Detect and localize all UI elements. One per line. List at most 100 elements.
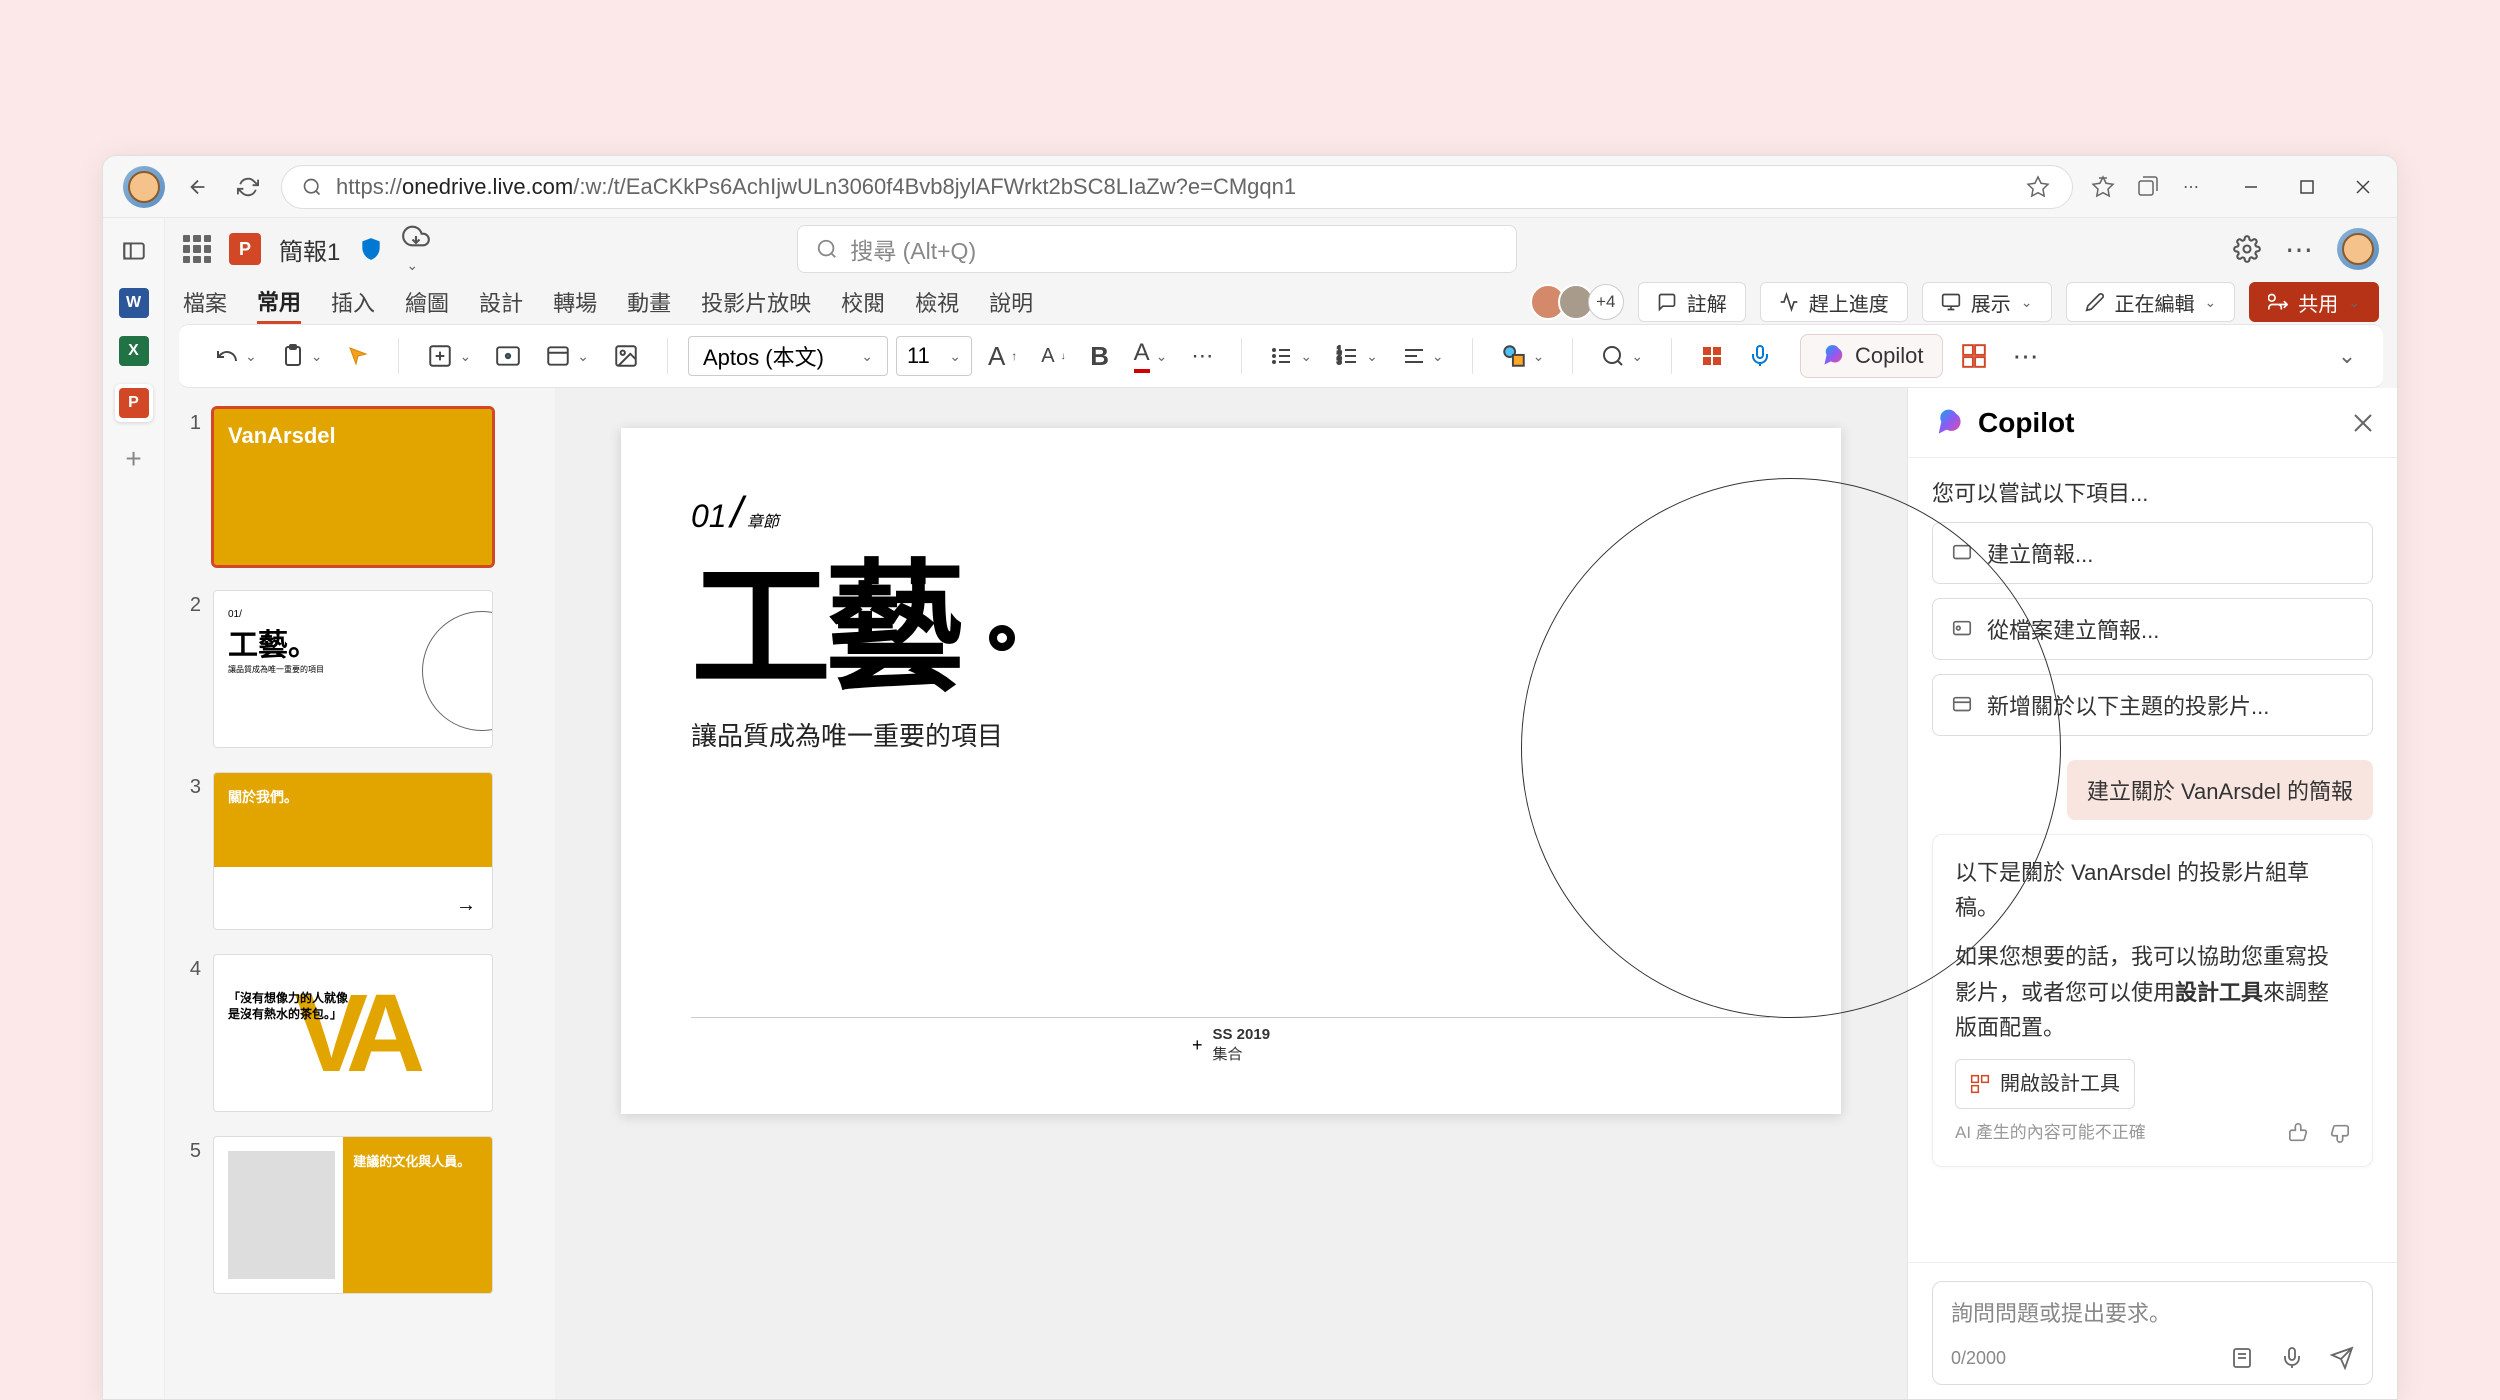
slide-thumbnail-3[interactable]: 關於我們。 →	[213, 772, 493, 930]
ribbon-tabs: 檔案 常用 插入 繪圖 設計 轉場 動畫 投影片放映 校閱 檢視 說明 +4	[165, 280, 2397, 324]
numbering-button[interactable]: 123⌄	[1328, 336, 1386, 376]
thumbs-down-icon[interactable]	[2328, 1122, 2350, 1144]
autosave-cloud-icon[interactable]: ⌄	[402, 222, 430, 276]
toolbar-more-icon[interactable]: ⋯	[2005, 336, 2047, 376]
copilot-ribbon-button[interactable]: Copilot	[1800, 334, 1942, 378]
rail-powerpoint-icon[interactable]: P	[115, 384, 153, 422]
minimize-button[interactable]	[2237, 173, 2265, 201]
shapes-button[interactable]: ⌄	[1493, 336, 1553, 376]
slide-thumbnail-4[interactable]: VA 「沒有想像力的人就像是沒有熱水的茶包。」	[213, 954, 493, 1112]
sensitivity-shield-icon[interactable]	[358, 236, 384, 262]
rail-word-icon[interactable]: W	[119, 288, 149, 318]
char-counter: 0/2000	[1951, 1348, 2006, 1369]
copilot-input[interactable]: 詢問問題或提出要求。 0/2000	[1932, 1281, 2373, 1385]
tab-slideshow[interactable]: 投影片放映	[701, 282, 811, 322]
present-button[interactable]: 展示 ⌄	[1922, 282, 2052, 322]
profile-avatar[interactable]	[123, 166, 165, 208]
close-window-button[interactable]	[2349, 173, 2377, 201]
copilot-close-button[interactable]	[2353, 413, 2373, 433]
rail-home-icon[interactable]	[115, 232, 153, 270]
layout-button[interactable]	[487, 336, 529, 376]
collections-icon[interactable]	[2133, 173, 2161, 201]
document-title[interactable]: 簡報1	[279, 232, 340, 267]
tab-transitions[interactable]: 轉場	[553, 282, 597, 322]
slide-decoration-circle	[1521, 478, 2061, 1018]
tab-view[interactable]: 檢視	[915, 282, 959, 322]
prompt-book-icon[interactable]	[2230, 1346, 2254, 1370]
increase-font-button[interactable]: A↑	[980, 336, 1025, 376]
tab-animations[interactable]: 動畫	[627, 282, 671, 322]
rail-add-icon[interactable]: +	[115, 440, 153, 478]
browser-window: https://onedrive.live.com/:w:/t/EaCKkPs6…	[102, 155, 2398, 1400]
comment-icon	[1657, 292, 1677, 312]
back-button[interactable]	[181, 170, 215, 204]
tab-file[interactable]: 檔案	[183, 282, 227, 322]
copilot-header: Copilot	[1908, 388, 2397, 458]
more-options-icon[interactable]: ⋯	[2285, 235, 2313, 263]
app-launcher-icon[interactable]	[183, 235, 211, 263]
font-color-button[interactable]: A⌄	[1126, 336, 1176, 376]
home-toolbar: ⌄ ⌄ ⌄ ⌄ Aptos (本文) ⌄	[179, 324, 2383, 388]
presence-avatars[interactable]: +4	[1538, 284, 1624, 320]
address-bar[interactable]: https://onedrive.live.com/:w:/t/EaCKkPs6…	[281, 165, 2073, 209]
tab-home[interactable]: 常用	[257, 281, 301, 324]
slide-thumbnail-1[interactable]: VanArsdel	[213, 408, 493, 566]
search-input[interactable]: 搜尋 (Alt+Q)	[797, 225, 1517, 273]
present-icon	[1941, 292, 1961, 312]
collapse-ribbon-button[interactable]: ⌄	[2329, 336, 2365, 376]
browser-menu-icon[interactable]: ⋯	[2177, 173, 2205, 201]
new-slide-button[interactable]: ⌄	[419, 336, 479, 376]
font-size-select[interactable]: 11 ⌄	[896, 336, 972, 376]
decrease-font-button[interactable]: A↓	[1033, 336, 1073, 376]
thumbs-up-icon[interactable]	[2288, 1122, 2310, 1144]
tab-design[interactable]: 設計	[479, 282, 523, 322]
comments-button[interactable]: 註解	[1638, 282, 1746, 322]
find-button[interactable]: ⌄	[1593, 336, 1651, 376]
paste-button[interactable]: ⌄	[273, 336, 331, 376]
favorite-icon[interactable]	[2024, 173, 2052, 201]
user-avatar[interactable]	[2337, 228, 2379, 270]
editing-mode-button[interactable]: 正在編輯 ⌄	[2066, 282, 2236, 322]
search-placeholder: 搜尋 (Alt+Q)	[850, 232, 976, 266]
section-button[interactable]: ⌄	[537, 336, 597, 376]
slide-thumbnail-5[interactable]: 建議的文化與人員。	[213, 1136, 493, 1294]
current-slide[interactable]: 01/章節 工藝 讓品質成為唯一重要的項目 + SS 2019	[621, 428, 1841, 1114]
open-designer-button[interactable]: 開啟設計工具	[1955, 1059, 2135, 1109]
favorites-bar-icon[interactable]	[2089, 173, 2117, 201]
designer-icon	[1970, 1074, 1990, 1094]
copilot-logo-icon	[1932, 407, 1964, 439]
copilot-icon	[1819, 343, 1845, 369]
dictate-button[interactable]	[1740, 336, 1780, 376]
tab-insert[interactable]: 插入	[331, 282, 375, 322]
send-icon[interactable]	[2330, 1346, 2354, 1370]
bullets-button[interactable]: ⌄	[1262, 336, 1320, 376]
presence-more[interactable]: +4	[1588, 284, 1624, 320]
refresh-button[interactable]	[231, 170, 265, 204]
align-button[interactable]: ⌄	[1394, 336, 1452, 376]
slide-canvas[interactable]: 01/章節 工藝 讓品質成為唯一重要的項目 + SS 2019	[555, 388, 1907, 1399]
maximize-button[interactable]	[2293, 173, 2321, 201]
copilot-try-label: 您可以嘗試以下項目...	[1932, 476, 2373, 508]
more-font-button[interactable]: ⋯	[1183, 336, 1221, 376]
catchup-button[interactable]: 趕上進度	[1760, 282, 1908, 322]
settings-gear-icon[interactable]	[2233, 235, 2261, 263]
undo-button[interactable]: ⌄	[207, 336, 265, 376]
tab-review[interactable]: 校閱	[841, 282, 885, 322]
format-painter-button[interactable]	[338, 336, 378, 376]
tab-help[interactable]: 說明	[989, 282, 1033, 322]
search-icon	[302, 177, 322, 197]
designer-button[interactable]	[1953, 336, 1995, 376]
thumb-number: 4	[183, 954, 201, 1112]
share-button[interactable]: 共用 ⌄	[2249, 282, 2379, 322]
slide-thumbnail-2[interactable]: 01/ 工藝。 讓品質成為唯一重要的項目	[213, 590, 493, 748]
tab-draw[interactable]: 繪圖	[405, 282, 449, 322]
copilot-user-message: 建立關於 VanArsdel 的簡報	[2067, 760, 2373, 820]
title-bar: P 簡報1 ⌄ 搜尋 (Alt+Q) ⋯	[165, 218, 2397, 280]
mic-icon[interactable]	[2280, 1346, 2304, 1370]
thumb-number: 1	[183, 408, 201, 566]
addins-button[interactable]	[1692, 336, 1732, 376]
bold-button[interactable]: B	[1082, 336, 1118, 376]
rail-excel-icon[interactable]: X	[119, 336, 149, 366]
font-family-select[interactable]: Aptos (本文) ⌄	[688, 336, 888, 376]
picture-button[interactable]	[605, 336, 647, 376]
